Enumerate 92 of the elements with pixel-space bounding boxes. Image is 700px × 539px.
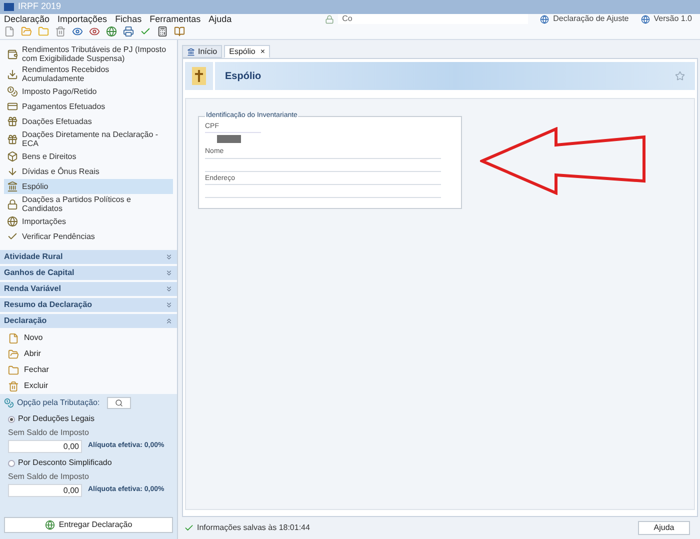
menu-item[interactable]: Declaração [0,14,54,24]
globe-icon [640,14,650,24]
sidebar-item[interactable]: Novo [0,330,177,346]
search-button[interactable] [106,397,131,409]
sidebar-item[interactable]: Doações a Partidos Políticos e Candidatos [4,194,173,214]
page-title: Espólio [225,70,262,84]
sidebar-item[interactable]: Doações Efetuadas [4,114,173,129]
new-file-icon[interactable] [4,26,15,37]
item-icon [8,364,19,376]
menu-item[interactable]: Importações [54,14,112,24]
item-icon [7,134,18,144]
item-icon [7,181,18,192]
option-sublabel: Sem Saldo de Imposto [8,427,90,439]
star-icon[interactable] [675,71,685,81]
print-icon[interactable] [123,26,134,37]
close-tab[interactable]: × [260,46,266,58]
folder-icon[interactable] [21,26,32,37]
tab[interactable]: Espólio × [224,45,270,58]
globe-icon [540,14,550,24]
sidebar-item[interactable]: Doações Diretamente na Declaração - ECA [4,129,173,149]
sidebar-item[interactable]: Excluir [0,378,177,394]
submit-button[interactable]: Entregar Declaração [4,517,173,533]
sidebar-item[interactable]: Fechar [0,362,177,378]
status-message: Informações salvas às 18:01:44 [197,522,310,534]
check-icon[interactable] [140,26,151,37]
menu-item[interactable]: Ferramentas [146,14,205,24]
input-field[interactable] [205,158,441,172]
item-icon [7,116,18,127]
sidebar-item[interactable]: Importações [4,214,173,229]
sidebar-item[interactable]: Rendimentos Recebidos Acumuladamente [4,64,173,84]
menu-item[interactable]: Fichas [111,14,146,24]
header-link[interactable]: Declaração de Ajuste [553,13,629,25]
sidebar-item[interactable]: Dívidas e Ônus Reais [4,164,173,179]
option-label: Por Desconto Simplificado [18,457,112,469]
radio-button[interactable] [8,416,15,422]
item-icon [7,231,18,242]
sidebar-item[interactable]: Espólio [4,179,173,194]
item-icon [7,68,18,80]
item-icon [8,332,19,344]
trash-icon[interactable] [55,26,66,37]
header-link[interactable]: Versão 1.0 [654,13,692,25]
item-icon [7,151,18,162]
globe-icon[interactable] [106,26,117,37]
cpf-field[interactable] [205,132,261,145]
amount-field[interactable]: 0,00 [8,484,82,497]
sidebar-item[interactable]: Rendimentos Tributáveis de PJ (Imposto com Exigibilidade Suspensa) [4,44,173,64]
chevrons-icon [165,253,173,261]
item-icon [8,380,19,392]
option-sublabel: Sem Saldo de Imposto [8,471,90,483]
chevrons-icon [165,317,173,325]
eye-icon[interactable] [72,26,83,37]
item-icon [7,48,18,60]
item-icon [7,101,18,112]
item-icon [7,166,18,177]
menu-item[interactable]: Ajuda [204,14,236,24]
radio-button[interactable] [8,460,15,466]
sidebar-item[interactable]: Imposto Pago/Retido [4,84,173,99]
search-field[interactable]: Co [338,14,528,24]
item-icon [7,86,18,97]
section-header[interactable]: Resumo da Declaração [0,298,177,312]
lock-icon [325,14,334,24]
sidebar-item[interactable]: Bens e Direitos [4,149,173,164]
globe-icon [44,520,55,530]
masked-value-block [217,135,241,143]
section-header[interactable]: Renda Variável [0,282,177,296]
tab[interactable]: Início [182,45,222,58]
taxation-title: Opção pela Tributação: [17,397,100,409]
sidebar-item[interactable]: Pagamentos Efetuados [4,99,173,114]
help-button[interactable]: Ajuda [638,521,690,535]
search-icon [114,399,123,407]
item-icon [8,348,19,360]
saved-icon [184,523,194,533]
option-label: Por Deduções Legais [18,413,94,425]
coins-icon [4,398,14,408]
sidebar-item[interactable]: Abrir [0,346,177,362]
section-header[interactable]: Declaração [0,314,177,328]
input-field[interactable] [205,184,441,198]
calculator-icon[interactable] [157,26,168,37]
section-header[interactable]: Atividade Rural [0,250,177,264]
chevrons-icon [165,269,173,277]
section-header[interactable]: Ganhos de Capital [0,266,177,280]
item-icon [7,198,18,210]
cross-icon [192,67,206,85]
chevrons-icon [165,301,173,309]
sidebar-item[interactable]: Verificar Pendências [4,229,173,244]
item-icon [7,216,18,227]
book-icon[interactable] [174,26,185,37]
app-icon [4,3,14,11]
chevrons-icon [165,285,173,293]
amount-field[interactable]: 0,00 [8,440,82,453]
eye-icon[interactable] [89,26,100,37]
window-title: IRPF 2019 [18,0,62,14]
